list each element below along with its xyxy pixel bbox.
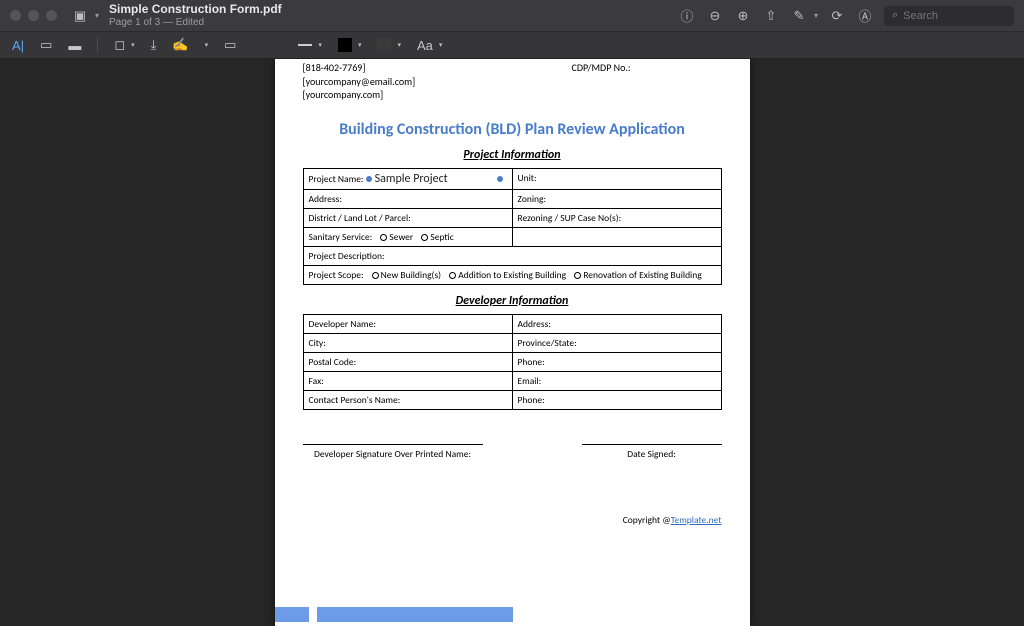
chevron-down-icon[interactable]: ▾: [318, 41, 322, 49]
markup-icon[interactable]: ✎: [790, 8, 808, 24]
company-email: [yourcompany@email.com]: [303, 75, 416, 89]
insert-tool-icon[interactable]: ⤓: [151, 37, 157, 53]
chevron-down-icon[interactable]: ▾: [131, 41, 135, 49]
redact-tool-icon[interactable]: ▬: [68, 38, 81, 53]
label-dev-email: Email:: [512, 371, 721, 390]
stroke-color-swatch[interactable]: [338, 38, 352, 52]
shapes-tool-icon[interactable]: ◻: [114, 37, 125, 53]
label-dev-name: Developer Name:: [303, 314, 512, 333]
chevron-down-icon[interactable]: ▾: [95, 11, 99, 20]
label-dev-phone: Phone:: [512, 352, 721, 371]
document-subtitle: Page 1 of 3 — Edited: [109, 17, 282, 28]
radio-septic[interactable]: [421, 234, 428, 241]
label-dev-fax: Fax:: [303, 371, 512, 390]
signature-line-developer: [303, 444, 483, 446]
selection-tool-icon[interactable]: ▭: [40, 37, 52, 53]
selection-handle-right[interactable]: [497, 176, 503, 182]
note-tool-icon[interactable]: ▭: [224, 37, 236, 53]
rotate-icon[interactable]: ⟳: [828, 8, 846, 24]
search-field[interactable]: ⌕: [884, 6, 1014, 26]
label-unit: Unit:: [512, 168, 721, 189]
label-addition: Addition to Existing Building: [458, 269, 566, 281]
letterhead: [818-402-7769] [yourcompany@email.com] […: [303, 59, 722, 102]
pdf-viewport[interactable]: [818-402-7769] [yourcompany@email.com] […: [0, 59, 1024, 626]
form-title: Building Construction (BLD) Plan Review …: [303, 120, 722, 139]
window-titlebar: ▣ ▾ Simple Construction Form.pdf Page 1 …: [0, 0, 1024, 32]
signature-row: Developer Signature Over Printed Name: D…: [303, 444, 722, 460]
zoom-in-icon[interactable]: ⊕: [734, 8, 752, 24]
label-new-building: New Building(s): [381, 269, 441, 281]
label-district: District / Land Lot / Parcel:: [303, 208, 512, 227]
search-icon: ⌕: [892, 9, 898, 22]
section-project-info: Project Information: [303, 148, 722, 162]
value-project-name[interactable]: Sample Project: [375, 172, 448, 186]
cdp-mdp-label: CDP/MDP No.:: [572, 61, 722, 75]
label-dev-province: Province/State:: [512, 333, 721, 352]
signature-line-date: [582, 444, 722, 446]
label-zoning: Zoning:: [512, 189, 721, 208]
radio-addition[interactable]: [449, 272, 456, 279]
chevron-down-icon[interactable]: ▾: [439, 41, 443, 49]
label-renovation: Renovation of Existing Building: [583, 269, 701, 281]
label-project-description: Project Description:: [303, 246, 721, 265]
footer-accent-bars: [275, 607, 513, 622]
info-icon[interactable]: ⓘ: [678, 6, 696, 25]
label-dev-postal: Postal Code:: [303, 352, 512, 371]
company-url: [yourcompany.com]: [303, 88, 416, 102]
markup-toolbar: A| ▭ ▬ ◻ ▾ ⤓ ✍ ▾ ▭ ▾ ▾ ▾ Aa ▾: [0, 32, 1024, 59]
label-sanitary: Sanitary Service:: [309, 231, 373, 243]
radio-renovation[interactable]: [574, 272, 581, 279]
chevron-down-icon[interactable]: ▾: [814, 11, 818, 20]
highlight-icon[interactable]: Ⓐ: [856, 6, 874, 25]
label-project-name: Project Name:: [309, 173, 364, 185]
text-tool-icon[interactable]: A|: [12, 38, 24, 53]
label-dev-contact: Contact Person's Name:: [303, 390, 512, 409]
label-dev-address: Address:: [512, 314, 721, 333]
chevron-down-icon[interactable]: ▾: [205, 41, 209, 49]
label-project-scope: Project Scope:: [309, 269, 364, 281]
label-sewer: Sewer: [389, 231, 413, 243]
selection-handle-left[interactable]: [366, 176, 372, 182]
chevron-down-icon[interactable]: ▾: [358, 41, 362, 49]
fill-color-swatch[interactable]: [377, 38, 391, 52]
document-filename: Simple Construction Form.pdf: [109, 3, 282, 16]
label-signature-developer: Developer Signature Over Printed Name:: [314, 448, 471, 460]
zoom-icon[interactable]: [46, 10, 57, 21]
radio-new-building[interactable]: [372, 272, 379, 279]
chevron-down-icon[interactable]: ▾: [397, 41, 401, 49]
label-signature-date: Date Signed:: [627, 448, 676, 460]
share-icon[interactable]: ⇧: [762, 8, 780, 24]
sidebar-toggle-icon[interactable]: ▣: [71, 8, 89, 24]
document-title-block: Simple Construction Form.pdf Page 1 of 3…: [109, 3, 282, 27]
label-septic: Septic: [430, 231, 453, 243]
minimize-icon[interactable]: [28, 10, 39, 21]
label-address: Address:: [303, 189, 512, 208]
zoom-out-icon[interactable]: ⊖: [706, 8, 724, 24]
pdf-page: [818-402-7769] [yourcompany@email.com] […: [275, 59, 750, 626]
text-selection[interactable]: Sample Project: [366, 172, 503, 186]
radio-sewer[interactable]: [380, 234, 387, 241]
company-phone: [818-402-7769]: [303, 61, 416, 75]
font-style-icon[interactable]: Aa: [417, 38, 433, 53]
search-input[interactable]: [903, 10, 1006, 22]
developer-info-table: Developer Name: Address: City: Province/…: [303, 314, 722, 410]
label-dev-phone2: Phone:: [512, 390, 721, 409]
line-style-icon[interactable]: [298, 44, 312, 46]
window-controls[interactable]: [10, 10, 57, 21]
close-icon[interactable]: [10, 10, 21, 21]
copyright-prefix: Copyright @: [623, 514, 671, 526]
label-dev-city: City:: [303, 333, 512, 352]
label-rezoning: Rezoning / SUP Case No(s):: [512, 208, 721, 227]
project-info-table: Project Name: Sample Project Unit: Addre…: [303, 168, 722, 285]
copyright: Copyright @Template.net: [303, 514, 722, 526]
template-link[interactable]: Template.net: [671, 514, 722, 526]
sign-tool-icon[interactable]: ✍: [172, 37, 188, 53]
section-developer-info: Developer Information: [303, 294, 722, 308]
